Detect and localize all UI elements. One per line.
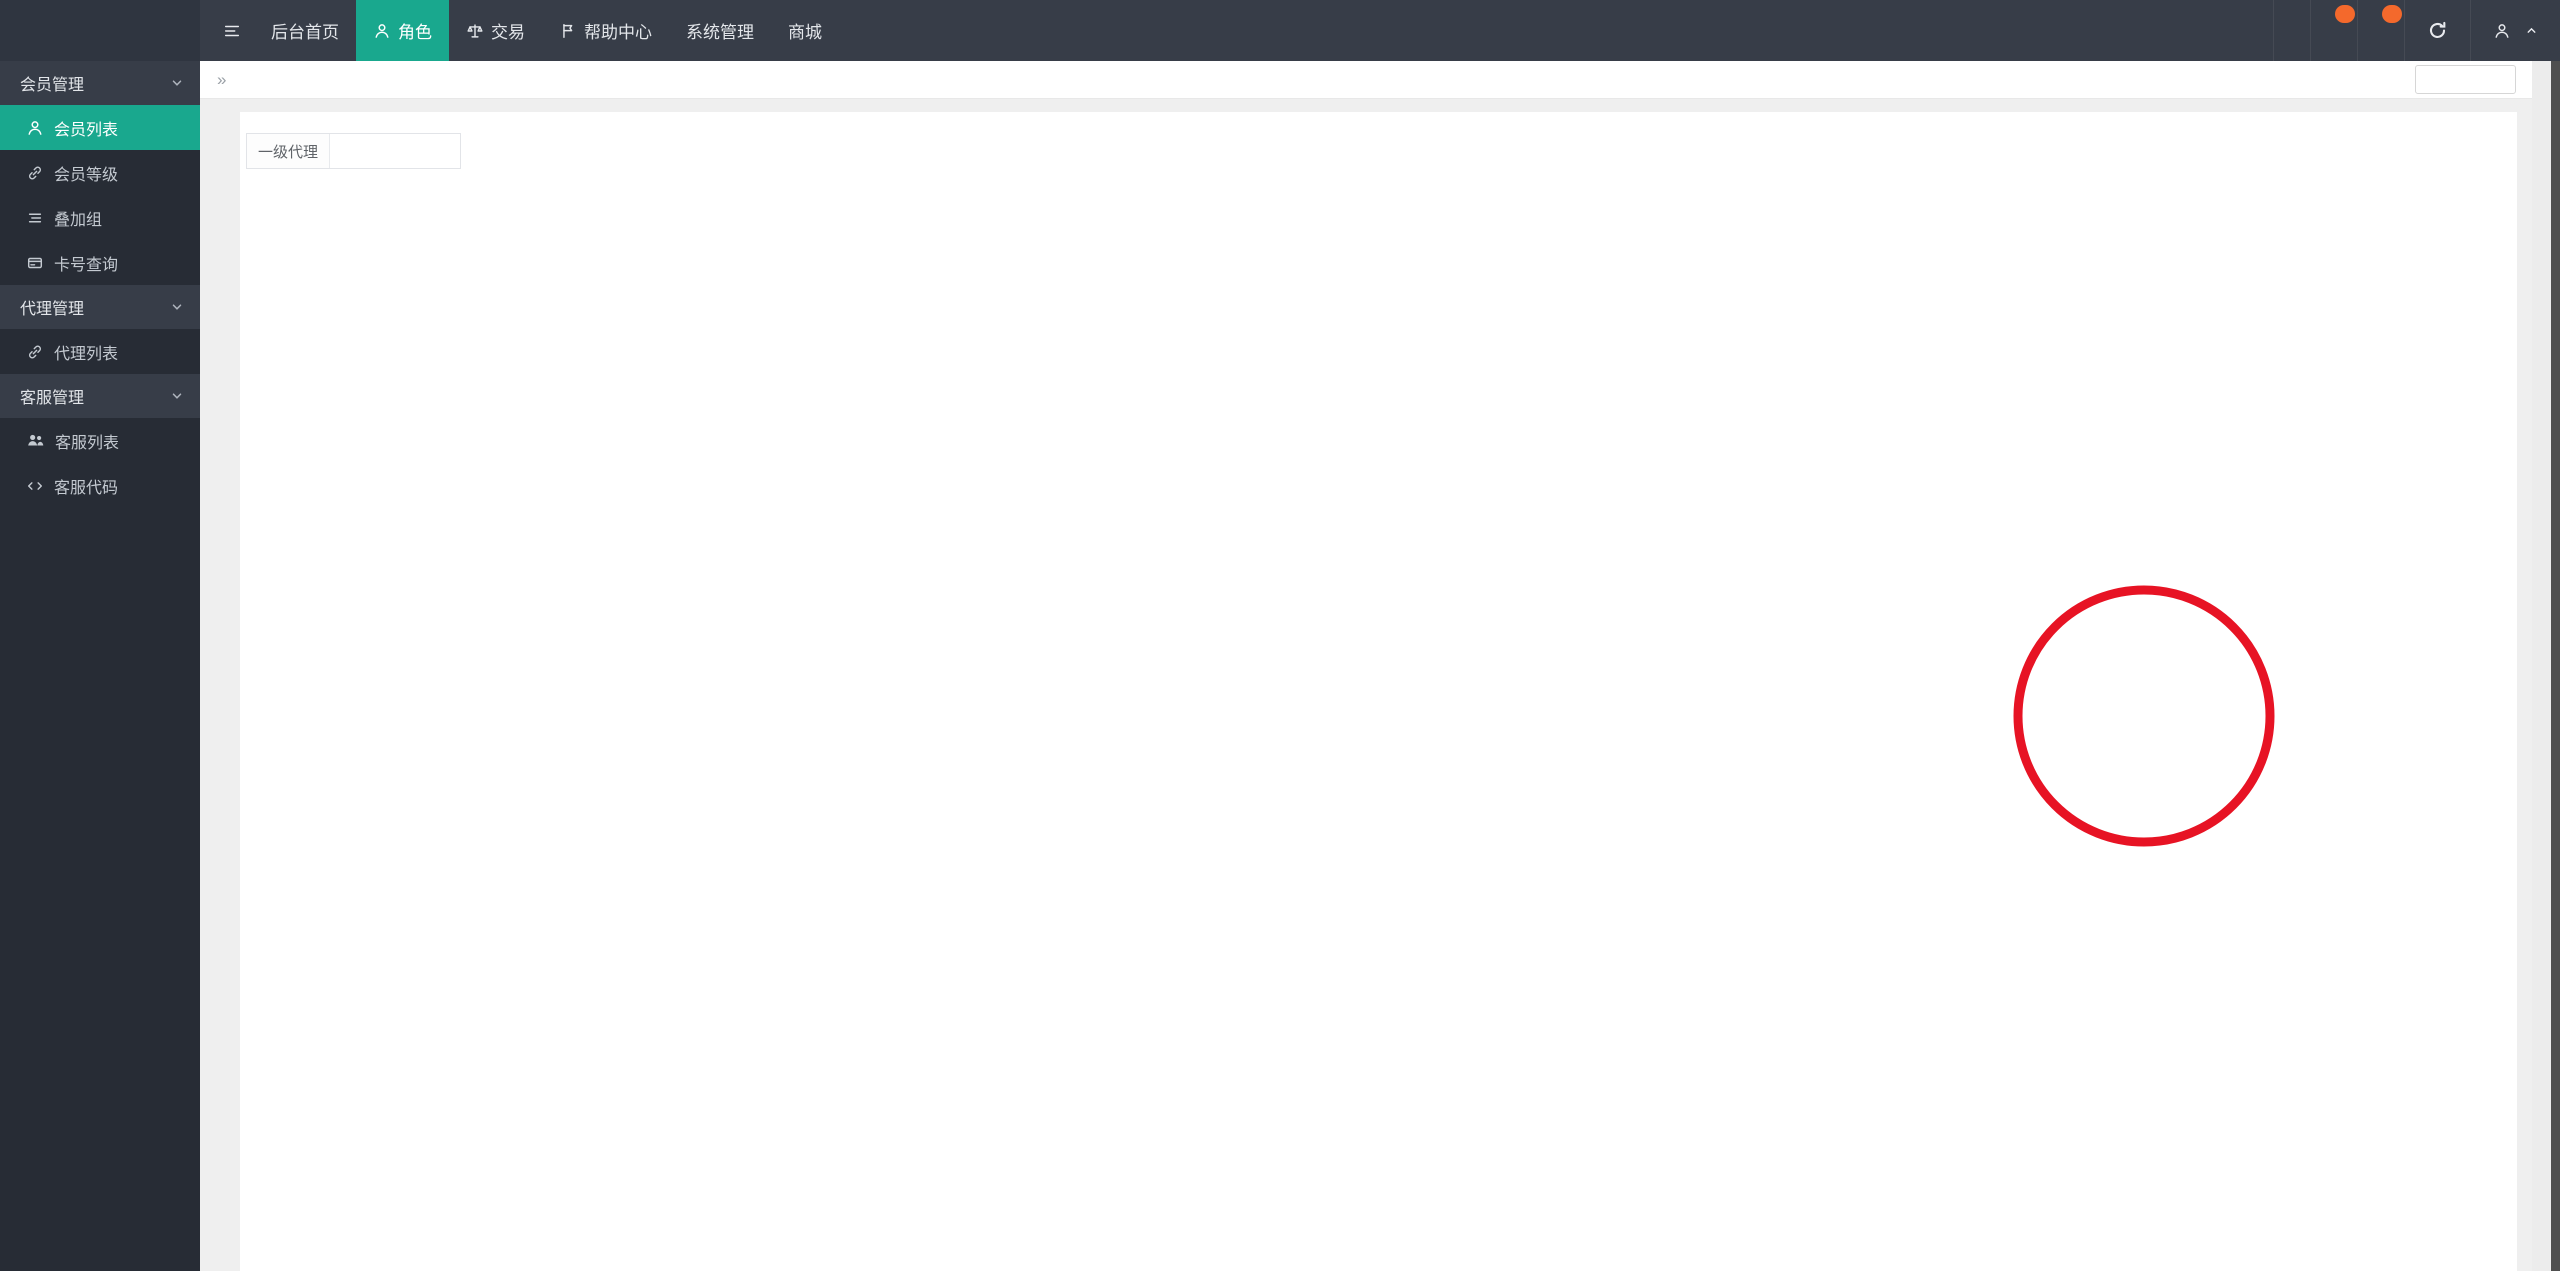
sidebar-group-label: 代理管理 [20,301,85,318]
chevron-down-icon [170,389,184,403]
sidebar-group-label: 客服管理 [20,390,85,407]
sidebar-item-service-list[interactable]: 客服列表 [0,418,200,463]
refresh-icon [2427,20,2448,41]
nav-item-trade[interactable]: 交易 [449,0,542,61]
sidebar-item-label: 代理列表 [54,345,119,363]
nav-item-label: 系统管理 [686,23,754,42]
sidebar-item-stack-group[interactable]: 叠加组 [0,195,200,240]
withdraw-link[interactable] [2357,0,2404,61]
nav-item-label: 交易 [491,23,525,42]
navbar-right [2273,0,2560,61]
sidebar-item-label: 客服代码 [54,479,119,497]
sidebar-item-label: 会员列表 [54,121,119,139]
nav-item-system[interactable]: 系统管理 [669,0,771,61]
recharge-link[interactable] [2310,0,2357,61]
code-icon [26,477,44,495]
top-navbar: 后台首页 角色 交易 帮助中心 系统管理 商城 [0,0,2560,61]
refresh-button[interactable] [2404,0,2470,61]
breadcrumb-bar: » [200,61,2532,99]
sidebar-item-member-list[interactable]: 会员列表 [0,105,200,150]
nav-item-label: 商城 [788,23,822,42]
link-icon [26,343,44,361]
main-content: » 一级代理 [200,61,2532,1271]
chevron-down-icon [170,76,184,90]
sidebar-item-label: 卡号查询 [54,256,119,274]
withdraw-badge [2382,5,2402,23]
sidebar-group-member-management[interactable]: 会员管理 [0,61,200,105]
link-icon [26,164,44,182]
sidebar-item-service-code[interactable]: 客服代码 [0,463,200,508]
scales-icon [466,22,484,40]
admin-menu[interactable] [2470,0,2560,61]
sidebar-group-service-management[interactable]: 客服管理 [0,374,200,418]
flag-icon [559,22,577,40]
hamburger-icon [223,22,241,40]
sidebar-toggle-icon[interactable] [210,0,254,61]
chevron-down-icon [170,300,184,314]
filter-row-1: 一级代理 [240,133,2517,169]
sidebar-item-label: 会员等级 [54,166,119,184]
nav-item-home[interactable]: 后台首页 [254,0,356,61]
nav-item-roles[interactable]: 角色 [356,0,449,61]
sidebar-item-agent-list[interactable]: 代理列表 [0,329,200,374]
main-menu: 后台首页 角色 交易 帮助中心 系统管理 商城 [254,0,839,61]
sidebar-item-label: 客服列表 [55,434,120,452]
breadcrumb-chevrons-icon: » [217,69,227,89]
nav-item-help-center[interactable]: 帮助中心 [542,0,669,61]
sidebar-group-agent-management[interactable]: 代理管理 [0,285,200,329]
scrollbar-track [2532,61,2560,1271]
person-icon [26,119,44,137]
user-icon [2493,22,2511,40]
sidebar-group-label: 会员管理 [20,77,85,94]
local-time-block [2273,0,2310,61]
nav-item-mall[interactable]: 商城 [771,0,839,61]
people-icon [26,431,45,450]
member-list-panel: 一级代理 [240,112,2517,1271]
layers-icon [26,209,44,227]
chevron-up-icon [2525,24,2538,37]
sidebar: 会员管理会员列表会员等级叠加组卡号查询代理管理代理列表客服管理客服列表客服代码 [0,61,200,1271]
filter-label: 一级代理 [247,134,331,168]
add-member-button[interactable] [2415,65,2516,94]
sidebar-item-label: 叠加组 [54,211,103,229]
nav-item-label: 角色 [398,23,432,42]
brand-logo [0,0,200,61]
scrollbar-thumb[interactable] [2551,61,2560,1271]
person-icon [373,22,391,40]
recharge-badge [2335,5,2355,23]
nav-item-label: 后台首页 [271,23,339,42]
nav-item-label: 帮助中心 [584,23,652,42]
filter-select-agent-level1: 一级代理 [246,133,461,169]
card-icon [26,254,44,272]
sidebar-item-card-query[interactable]: 卡号查询 [0,240,200,285]
sidebar-item-member-level[interactable]: 会员等级 [0,150,200,195]
